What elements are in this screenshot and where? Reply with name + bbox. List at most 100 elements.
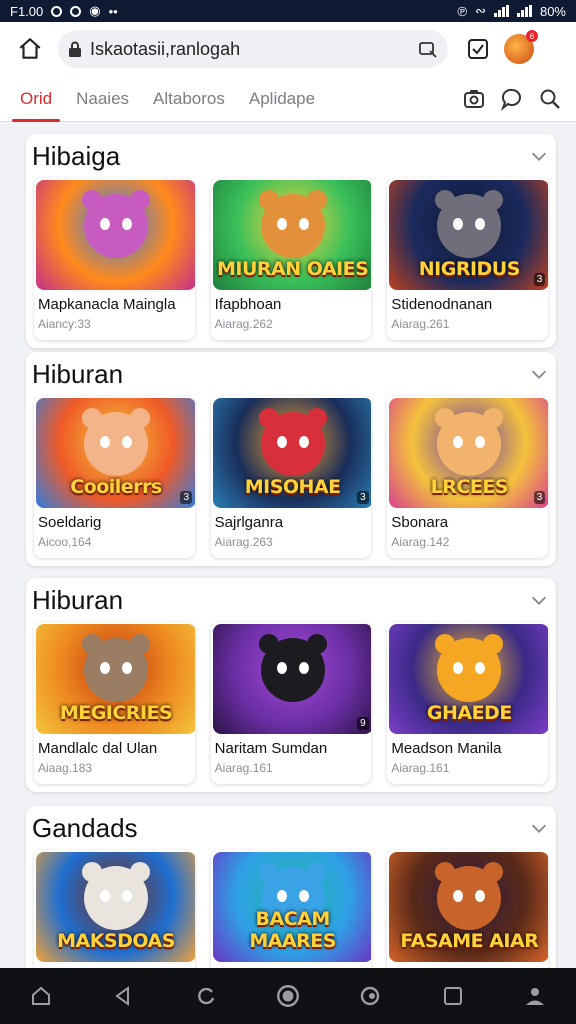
character-ear — [82, 862, 102, 882]
address-bar[interactable]: Iskaotasii,ranlogah — [58, 30, 448, 68]
status-bar: F1.00 ◉ •• ℗ ∾ 80% — [0, 0, 576, 22]
game-thumbnail[interactable]: NIGRIDUS 3 — [389, 180, 549, 290]
character-ear — [483, 190, 504, 210]
age-rating-badge: 3 — [533, 491, 546, 504]
game-card[interactable]: LRCEES 3 Sbonara Aiarag.142 — [387, 396, 549, 558]
game-meta: Aiancy:33 — [38, 317, 91, 331]
character-eye — [276, 218, 287, 230]
game-title: Meadson Manila — [391, 740, 502, 757]
nav-settings-button[interactable] — [348, 974, 392, 1018]
nav-refresh-button[interactable] — [184, 974, 228, 1018]
nav-home-button[interactable] — [19, 974, 63, 1018]
game-logo-text: BACAM MAARES — [249, 908, 336, 952]
game-card[interactable]: MEGICRIES Mandlalc dal Ulan Aiaag.183 — [34, 622, 195, 784]
card-row: MEGICRIES Mandlalc dal Ulan Aiaag.183 9 Nari… — [26, 622, 556, 784]
content-feed[interactable]: Hibaiga Mapkanacla Maingla Aiancy:33 MIURAN… — [0, 122, 576, 968]
tabs-icon — [443, 987, 462, 1005]
game-card[interactable]: Cooilerrs 3 Soeldarig Aicoo,164 — [34, 396, 195, 558]
game-logo-text: MEGICRIES — [59, 702, 173, 724]
game-title: Ifapbhoan — [214, 296, 282, 313]
section-1: Hiburan Cooilerrs 3 Soeldarig Aicoo,164 MISOH… — [26, 352, 556, 566]
game-card[interactable]: BACAM MAARES — [210, 850, 372, 968]
game-thumbnail[interactable]: LRCEES 3 — [389, 398, 549, 508]
profile-icon — [525, 988, 544, 1005]
game-title: Mapkanacla Maingla — [38, 296, 176, 313]
age-rating-badge: 3 — [357, 491, 369, 504]
game-thumbnail[interactable]: FASAME AIAR — [389, 852, 549, 962]
wifi-icon: ∾ — [475, 3, 486, 18]
home-button[interactable] — [12, 31, 48, 67]
section-header[interactable]: Hiburan — [26, 578, 556, 622]
tab-aplidape[interactable]: Aplidape — [237, 76, 327, 122]
search-icon[interactable] — [538, 87, 562, 111]
game-thumbnail[interactable] — [36, 180, 195, 290]
game-card[interactable]: MISOHAE 3 Sajrlganra Aiarag.263 — [210, 396, 372, 558]
game-card[interactable]: FASAME AIAR — [387, 850, 549, 968]
signal-icon-2 — [516, 5, 532, 17]
game-meta: Aiarag.142 — [391, 535, 450, 549]
section-title: Hiburan — [32, 584, 124, 615]
character-ear — [258, 862, 279, 882]
character-eye — [298, 436, 309, 448]
nav-back-button[interactable] — [101, 974, 145, 1018]
lock-icon — [69, 41, 81, 57]
section-header[interactable]: Hiburan — [26, 352, 556, 396]
card-row: Mapkanacla Maingla Aiancy:33 MIURAN OAIES I… — [26, 178, 556, 340]
character-eye — [100, 662, 110, 674]
game-card[interactable]: MAKSDOAS — [34, 850, 195, 968]
chevron-down-icon[interactable] — [528, 145, 550, 167]
tab-switcher-button[interactable] — [460, 31, 496, 67]
game-thumbnail[interactable]: MEGICRIES — [36, 624, 195, 734]
section-header[interactable]: Hibaiga — [26, 134, 556, 178]
game-card[interactable]: Mapkanacla Maingla Aiancy:33 — [34, 178, 195, 340]
game-thumbnail[interactable]: Cooilerrs 3 — [36, 398, 195, 508]
character-ear — [483, 634, 504, 654]
age-rating-badge: 9 — [357, 717, 369, 730]
url-text: Iskaotasii,ranlogah — [90, 38, 241, 59]
chat-bubble-icon[interactable] — [500, 87, 524, 111]
game-title: Naritam Sumdan — [214, 740, 328, 757]
profile-avatar[interactable]: 6 — [504, 30, 538, 64]
chevron-down-icon[interactable] — [528, 589, 550, 611]
section-title: Hiburan — [32, 358, 124, 389]
game-logo-text: LRCEES — [430, 476, 509, 498]
tab-altaboros[interactable]: Altaboros — [141, 76, 237, 122]
tab-orid[interactable]: Orid — [8, 76, 64, 122]
chevron-down-icon[interactable] — [528, 363, 550, 385]
refresh-icon — [197, 987, 214, 1005]
camera-icon[interactable] — [462, 87, 486, 111]
game-thumbnail[interactable]: MISOHAE 3 — [212, 398, 372, 508]
dots-status-icon: •• — [108, 3, 118, 19]
tab-naaies[interactable]: Naaies — [64, 76, 141, 122]
game-card[interactable]: GHAEDE Meadson Manila Aiarag.161 — [387, 622, 549, 784]
character-ear — [82, 190, 102, 210]
signal-icon — [493, 5, 509, 17]
browser-toolbar: Iskaotasii,ranlogah 6 — [0, 22, 576, 76]
card-row: MAKSDOAS BACAM MAARES FASAME AIAR — [26, 850, 556, 968]
character-eye — [276, 436, 287, 448]
chevron-down-icon[interactable] — [528, 817, 550, 839]
nav-profile-button[interactable] — [513, 974, 557, 1018]
game-title: Mandlalc dal Ulan — [38, 740, 158, 757]
character-ear — [483, 862, 504, 882]
translate-icon[interactable] — [418, 39, 438, 59]
section-0: Hibaiga Mapkanacla Maingla Aiancy:33 MIURAN… — [26, 134, 556, 348]
game-thumbnail[interactable]: MAKSDOAS — [36, 852, 195, 962]
character-eye — [122, 662, 132, 674]
section-header[interactable]: Gandads — [26, 806, 556, 850]
game-thumbnail[interactable]: GHAEDE — [389, 624, 549, 734]
game-card[interactable]: NIGRIDUS 3 Stidenodnanan Aiarag.261 — [387, 178, 549, 340]
game-card[interactable]: MIURAN OAIES Ifapbhoan Aiarag.262 — [210, 178, 372, 340]
game-thumbnail[interactable]: 9 — [212, 624, 372, 734]
game-card[interactable]: 9 Naritam Sumdan Aiarag.161 — [210, 622, 372, 784]
game-title: Stidenodnanan — [391, 296, 493, 313]
game-thumbnail[interactable]: BACAM MAARES — [212, 852, 372, 962]
game-logo-text: NIGRIDUS — [418, 258, 521, 280]
game-thumbnail[interactable]: MIURAN OAIES — [212, 180, 372, 290]
character-ear — [258, 634, 279, 654]
nav-circle-button[interactable] — [266, 974, 310, 1018]
character-eye — [276, 662, 287, 674]
character-ear — [483, 408, 504, 428]
back-icon — [115, 986, 130, 1006]
nav-tabs-button[interactable] — [431, 974, 475, 1018]
